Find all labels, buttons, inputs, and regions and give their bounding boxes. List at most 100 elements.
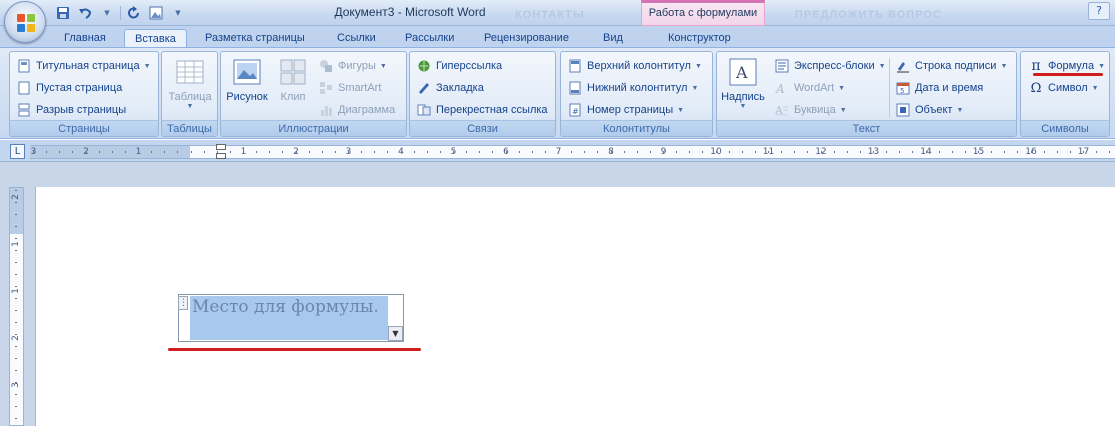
smartart-button[interactable]: SmartArt <box>318 78 381 98</box>
ruler-tick <box>85 151 87 153</box>
group-links-label: Связи <box>410 120 555 136</box>
cover-page-label: Титульная страница <box>36 60 140 72</box>
ruler-tick <box>859 151 861 153</box>
chart-button[interactable]: Диаграмма <box>318 100 395 120</box>
shapes-button[interactable]: Фигуры ▼ <box>318 56 387 76</box>
ruler-tick <box>439 151 441 153</box>
tab-insert[interactable]: Вставка <box>124 29 187 49</box>
signature-line-button[interactable]: Строка подписи ▼ <box>895 56 1007 76</box>
chevron-down-icon: ▼ <box>838 84 846 92</box>
ruler-tick <box>899 151 901 153</box>
footer-label: Нижний колонтитул <box>587 82 688 94</box>
vertical-ruler-tick <box>15 298 17 299</box>
title-bar: КОНТАКТЫ ПРЕДЛОЖИТЬ ВОПРОС ▼ ▼ Документ3… <box>0 0 1115 26</box>
ruler-tick <box>72 151 74 153</box>
ribbon: Титульная страница ▼ Пустая страница Раз… <box>0 47 1115 139</box>
ruler-tick <box>610 151 612 153</box>
tab-design[interactable]: Конструктор <box>658 29 741 49</box>
cover-page-button[interactable]: Титульная страница ▼ <box>16 56 151 76</box>
hanging-indent-marker[interactable] <box>216 153 226 159</box>
footer-button[interactable]: Нижний колонтитул ▼ <box>567 78 698 98</box>
ruler-tick <box>663 151 664 153</box>
page-break-button[interactable]: Разрыв страницы <box>16 100 126 120</box>
ruler-tick <box>426 151 428 153</box>
ruler-tick <box>978 151 979 153</box>
svg-text:A: A <box>775 82 785 95</box>
page-number-button[interactable]: # Номер страницы ▼ <box>567 100 684 120</box>
ruler-tick <box>623 151 625 153</box>
group-header-footer: Верхний колонтитул ▼ Нижний колонтитул ▼… <box>560 51 713 137</box>
blank-page-button[interactable]: Пустая страница <box>16 78 122 98</box>
ruler-tick <box>794 151 796 153</box>
ruler-tick <box>33 151 34 153</box>
text-group-separator <box>889 58 890 118</box>
textbox-button[interactable]: A Надпись ▼ <box>721 56 765 110</box>
group-links: Гиперссылка Закладка Перекрестная ссылка… <box>409 51 556 137</box>
office-logo-icon <box>17 14 35 32</box>
textbox-label: Надпись <box>721 91 765 103</box>
page-number-icon: # <box>567 102 583 118</box>
vertical-ruler-tick <box>15 286 17 287</box>
equation-tools-context-tab[interactable]: Работа с формулами <box>641 0 765 26</box>
table-button[interactable]: Таблица ▼ <box>168 56 212 110</box>
vertical-ruler-tick <box>15 262 17 263</box>
drop-cap-button[interactable]: A Буквица ▼ <box>774 100 847 120</box>
ruler-tick <box>256 151 258 153</box>
vertical-ruler-tick <box>15 238 17 239</box>
header-button[interactable]: Верхний колонтитул ▼ <box>567 56 702 76</box>
cross-reference-button[interactable]: Перекрестная ссылка <box>416 100 548 120</box>
equation-options-dropdown[interactable]: ▼ <box>388 326 403 341</box>
vertical-ruler-number: 2 <box>10 335 21 341</box>
quick-parts-icon <box>774 58 790 74</box>
table-label: Таблица <box>168 91 212 103</box>
picture-button[interactable]: Рисунок <box>226 56 268 103</box>
ruler-tick <box>190 151 192 153</box>
tab-view[interactable]: Вид <box>593 29 633 49</box>
office-button[interactable] <box>4 1 46 43</box>
chevron-down-icon: ▼ <box>739 103 747 110</box>
page-break-label: Разрыв страницы <box>36 104 127 116</box>
ruler-tick <box>558 151 559 153</box>
vertical-ruler-number: 1 <box>10 241 21 247</box>
group-header-footer-label: Колонтитулы <box>561 120 712 136</box>
ruler-tick <box>964 151 966 153</box>
chevron-down-icon: ▼ <box>1000 62 1008 70</box>
date-time-button[interactable]: 5 Дата и время <box>895 78 983 98</box>
ruler-tick <box>151 151 153 153</box>
symbol-button[interactable]: Ω Символ ▼ <box>1028 78 1099 98</box>
chevron-down-icon: ▼ <box>1098 62 1106 70</box>
bookmark-button[interactable]: Закладка <box>416 78 484 98</box>
shapes-icon <box>318 58 334 74</box>
tab-home[interactable]: Главная <box>54 29 116 49</box>
tab-review[interactable]: Рецензирование <box>474 29 579 49</box>
ruler-tick <box>544 151 546 153</box>
tab-page-layout[interactable]: Разметка страницы <box>195 29 315 49</box>
hyperlink-button[interactable]: Гиперссылка <box>416 56 502 76</box>
tab-references[interactable]: Ссылки <box>327 29 386 49</box>
quick-parts-label: Экспресс-блоки <box>794 60 875 72</box>
equation-placeholder[interactable]: Место для формулы. <box>190 296 388 340</box>
ruler-tick <box>243 151 244 153</box>
vertical-ruler[interactable]: 211234 <box>9 187 24 426</box>
help-button[interactable]: ? <box>1088 2 1110 20</box>
equation-underline <box>168 348 421 351</box>
vertical-ruler-tick <box>15 346 17 347</box>
equation-move-handle[interactable]: ⋮ <box>178 296 188 310</box>
object-button[interactable]: Объект ▼ <box>895 100 963 120</box>
tab-stop-selector[interactable]: L <box>10 144 25 159</box>
header-label: Верхний колонтитул <box>587 60 691 72</box>
vertical-ruler-tick <box>15 274 17 275</box>
horizontal-ruler[interactable]: 3211234567891011121314151617 <box>30 144 1115 159</box>
pi-icon: π <box>1031 58 1041 74</box>
wordart-button[interactable]: A WordArt ▼ <box>774 78 845 98</box>
ruler-tick <box>98 151 100 153</box>
clip-label: Клип <box>280 91 306 103</box>
table-icon <box>176 60 204 84</box>
group-text-label: Текст <box>717 120 1016 136</box>
clip-button[interactable]: Клип <box>273 56 313 103</box>
quick-parts-button[interactable]: Экспресс-блоки ▼ <box>774 56 886 76</box>
first-line-indent-marker[interactable] <box>216 144 226 150</box>
tab-mailings[interactable]: Рассылки <box>395 29 464 49</box>
page-break-icon <box>16 102 32 118</box>
ruler-tick <box>925 151 927 153</box>
